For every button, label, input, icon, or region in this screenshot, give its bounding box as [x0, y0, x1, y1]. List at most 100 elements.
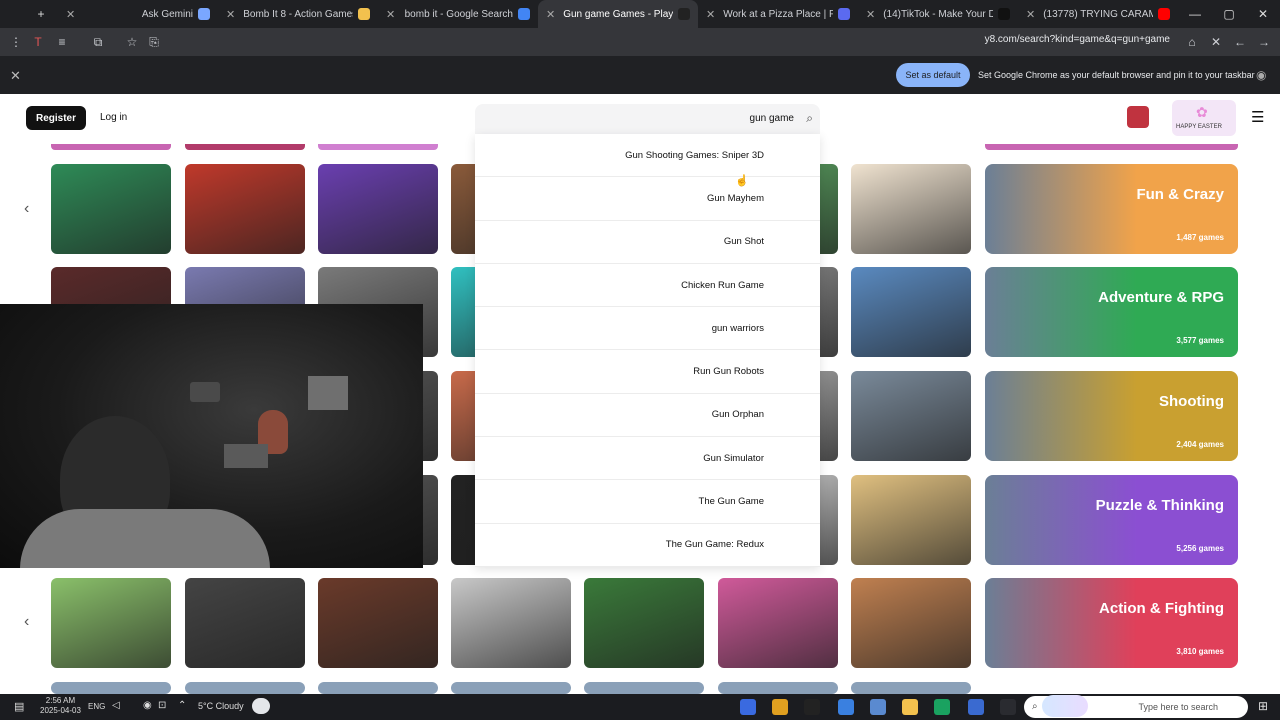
suggestion-item[interactable]: Chicken Run Game: [475, 264, 820, 308]
suggestion-item[interactable]: The Gun Game: [475, 480, 820, 524]
home-icon[interactable]: ⌂: [1184, 34, 1200, 50]
maximize-icon[interactable]: ▢: [1212, 0, 1246, 28]
forward-icon[interactable]: →: [1256, 34, 1272, 50]
suggestion-item[interactable]: The Gun Game: Redux: [475, 524, 820, 567]
game-thumbnail[interactable]: [318, 164, 438, 254]
close-tab-icon[interactable]: ✕: [1026, 8, 1035, 21]
game-thumbnail[interactable]: [185, 164, 305, 254]
carousel-prev-icon[interactable]: ‹: [24, 613, 29, 631]
game-thumbnail[interactable]: [451, 682, 571, 694]
browser-tab[interactable]: ✕ bomb it - Google Search: [378, 0, 538, 28]
game-thumbnail[interactable]: [851, 682, 971, 694]
new-tab-icon[interactable]: +: [24, 0, 58, 28]
speaker-icon[interactable]: ◁: [112, 700, 120, 711]
language-indicator[interactable]: ENG: [88, 702, 105, 711]
game-thumbnail[interactable]: [851, 267, 971, 357]
file-explorer-icon[interactable]: [902, 699, 918, 715]
cast-icon[interactable]: ⧉: [90, 34, 106, 50]
browser-tab[interactable]: ✕ (14)TikTok - Make Your Day: [858, 0, 1018, 28]
close-tab-icon[interactable]: ✕: [866, 8, 875, 21]
notification-icon[interactable]: ▤: [14, 700, 24, 713]
close-infobar-icon[interactable]: ✕: [10, 68, 21, 84]
tab-search-icon[interactable]: ≡: [54, 34, 70, 50]
game-thumbnail[interactable]: [584, 682, 704, 694]
game-thumbnail[interactable]: [318, 682, 438, 694]
taskbar-search-box[interactable]: ⌕ Type here to search: [1024, 695, 1248, 718]
suggestion-item[interactable]: gun warriors: [475, 307, 820, 351]
game-thumbnail[interactable]: [851, 164, 971, 254]
game-thumbnail[interactable]: [51, 164, 171, 254]
game-thumbnail[interactable]: [584, 578, 704, 668]
mic-icon[interactable]: ◉: [143, 700, 152, 711]
game-thumbnail[interactable]: [185, 682, 305, 694]
game-thumbnail[interactable]: [851, 578, 971, 668]
category-card[interactable]: Action & Fighting 3,810 games: [985, 578, 1238, 668]
game-thumbnail[interactable]: [451, 578, 571, 668]
search-box[interactable]: gun game ⌕: [475, 104, 820, 134]
game-thumbnail[interactable]: [851, 371, 971, 461]
register-button[interactable]: Register: [26, 106, 86, 130]
url-text[interactable]: y8.com/search?kind=game&q=gun+game: [700, 34, 1170, 45]
suggestion-item[interactable]: Gun Shooting Games: Sniper 3D: [475, 134, 820, 178]
category-card[interactable]: Puzzle & Thinking 5,256 games: [985, 475, 1238, 565]
mail-icon[interactable]: [838, 699, 854, 715]
close-tab-icon[interactable]: ✕: [546, 8, 555, 21]
menu-icon[interactable]: ⋮: [8, 34, 24, 50]
set-default-button[interactable]: Set as default: [896, 63, 970, 87]
carousel-prev-icon[interactable]: ‹: [24, 200, 29, 218]
photos-icon[interactable]: [968, 699, 984, 715]
profile-icon[interactable]: T: [30, 34, 46, 50]
tab-favicon-icon: [518, 8, 530, 20]
close-window-icon[interactable]: ✕: [1246, 0, 1280, 28]
close-tab-icon[interactable]: ✕: [386, 8, 395, 21]
browser-tab[interactable]: ✕ (13778) TRYING CARAMEL FLAN: [1018, 0, 1178, 28]
browser-tab[interactable]: ✕ Ask Gemini: [58, 0, 218, 28]
stop-reload-icon[interactable]: ✕: [1208, 34, 1224, 50]
category-card[interactable]: Shooting 2,404 games: [985, 371, 1238, 461]
game-thumbnail[interactable]: [51, 682, 171, 694]
chrome-icon[interactable]: [772, 699, 788, 715]
store-icon[interactable]: [870, 699, 886, 715]
suggestion-item[interactable]: Run Gun Robots: [475, 350, 820, 394]
share-icon[interactable]: ⎘: [146, 34, 162, 50]
game-thumbnail[interactable]: [851, 475, 971, 565]
back-icon[interactable]: ←: [1232, 34, 1248, 50]
browser-tab[interactable]: ✕ Bomb It 8 - Action Games - 10: [218, 0, 378, 28]
game-thumbnail[interactable]: [718, 682, 838, 694]
search-input[interactable]: gun game: [750, 113, 794, 124]
close-tab-icon[interactable]: ✕: [66, 8, 75, 21]
chevron-up-icon[interactable]: ⌃: [178, 700, 186, 711]
y8-logo[interactable]: HAPPY EASTER ✿: [1172, 100, 1236, 136]
bookmark-star-icon[interactable]: ☆: [124, 34, 140, 50]
game-thumbnail[interactable]: [718, 578, 838, 668]
minimize-icon[interactable]: —: [1178, 0, 1212, 28]
suggestion-item[interactable]: Gun Mayhem: [475, 177, 820, 221]
game-thumbnail[interactable]: [185, 578, 305, 668]
search-icon[interactable]: ⌕: [806, 111, 813, 126]
user-avatar[interactable]: [1127, 106, 1149, 128]
weather-text[interactable]: 5°C Cloudy: [198, 701, 244, 711]
suggestion-item[interactable]: Gun Simulator: [475, 437, 820, 481]
login-link[interactable]: Log in: [100, 112, 127, 123]
edge-icon[interactable]: [934, 699, 950, 715]
clock[interactable]: 2:56 AM 2025-04-03: [40, 696, 81, 716]
thumb-strip: [985, 144, 1238, 150]
game-thumbnail[interactable]: [318, 578, 438, 668]
category-card[interactable]: Fun & Crazy 1,487 games: [985, 164, 1238, 254]
close-tab-icon[interactable]: ✕: [226, 8, 235, 21]
obs-icon[interactable]: [804, 699, 820, 715]
category-card[interactable]: Adventure & RPG 3,577 games: [985, 267, 1238, 357]
browser-tab[interactable]: ✕ Work at a Pizza Place | Play: [698, 0, 858, 28]
weather-cloud-icon: [252, 698, 270, 714]
infobar-text: Set Google Chrome as your default browse…: [978, 70, 1255, 80]
windows-start-icon[interactable]: ⊞: [1258, 699, 1268, 713]
game-thumbnail[interactable]: [51, 578, 171, 668]
hamburger-menu-icon[interactable]: ☰: [1251, 108, 1264, 126]
zoom-icon[interactable]: [740, 699, 756, 715]
task-view-icon[interactable]: [1000, 699, 1016, 715]
browser-tab[interactable]: ✕ Gun game Games - Play Now: [538, 0, 698, 28]
close-tab-icon[interactable]: ✕: [706, 8, 715, 21]
suggestion-item[interactable]: Gun Orphan: [475, 394, 820, 438]
suggestion-item[interactable]: Gun Shot: [475, 221, 820, 264]
network-icon[interactable]: ⊡: [158, 700, 166, 711]
